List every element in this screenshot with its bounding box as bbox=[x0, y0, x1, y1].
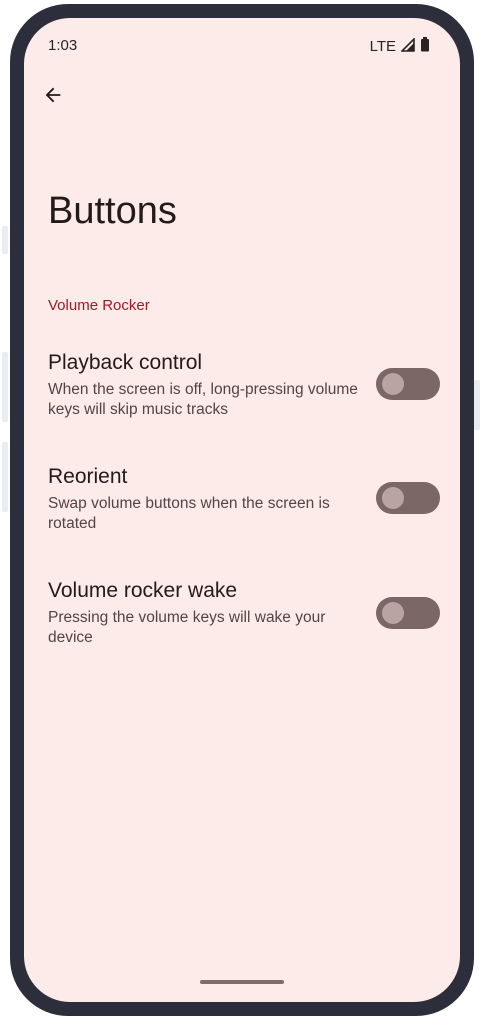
pref-summary: Swap volume buttons when the screen is r… bbox=[48, 495, 330, 532]
side-button-top bbox=[2, 226, 8, 254]
network-type: LTE bbox=[369, 38, 396, 55]
side-button-bottom bbox=[2, 442, 8, 512]
pref-summary: When the screen is off, long-pressing vo… bbox=[48, 381, 358, 418]
pref-playback-control[interactable]: Playback control When the screen is off,… bbox=[48, 350, 440, 420]
switch-thumb bbox=[382, 602, 404, 624]
status-time: 1:03 bbox=[48, 37, 78, 54]
switch-thumb bbox=[382, 487, 404, 509]
section-header-volume-rocker: Volume Rocker bbox=[48, 297, 150, 314]
pref-summary: Pressing the volume keys will wake your … bbox=[48, 609, 326, 646]
power-button bbox=[474, 380, 480, 430]
arrow-back-icon bbox=[45, 87, 61, 103]
side-button-middle bbox=[2, 352, 8, 422]
pref-volume-rocker-wake[interactable]: Volume rocker wake Pressing the volume k… bbox=[48, 578, 440, 648]
volume-rocker-wake-switch[interactable] bbox=[376, 597, 440, 629]
reorient-switch[interactable] bbox=[376, 482, 440, 514]
back-button[interactable] bbox=[36, 78, 70, 112]
pref-reorient[interactable]: Reorient Swap volume buttons when the sc… bbox=[48, 464, 440, 534]
status-bar: 1:03 LTE bbox=[24, 18, 460, 70]
gesture-nav-handle[interactable] bbox=[200, 980, 284, 984]
playback-control-switch[interactable] bbox=[376, 368, 440, 400]
status-icons: LTE bbox=[369, 36, 430, 56]
battery-icon bbox=[420, 37, 430, 56]
switch-thumb bbox=[382, 373, 404, 395]
page-title: Buttons bbox=[48, 190, 177, 232]
screen: 1:03 LTE Buttons Volume Rocker Playback … bbox=[24, 18, 460, 1002]
signal-icon bbox=[400, 36, 415, 56]
